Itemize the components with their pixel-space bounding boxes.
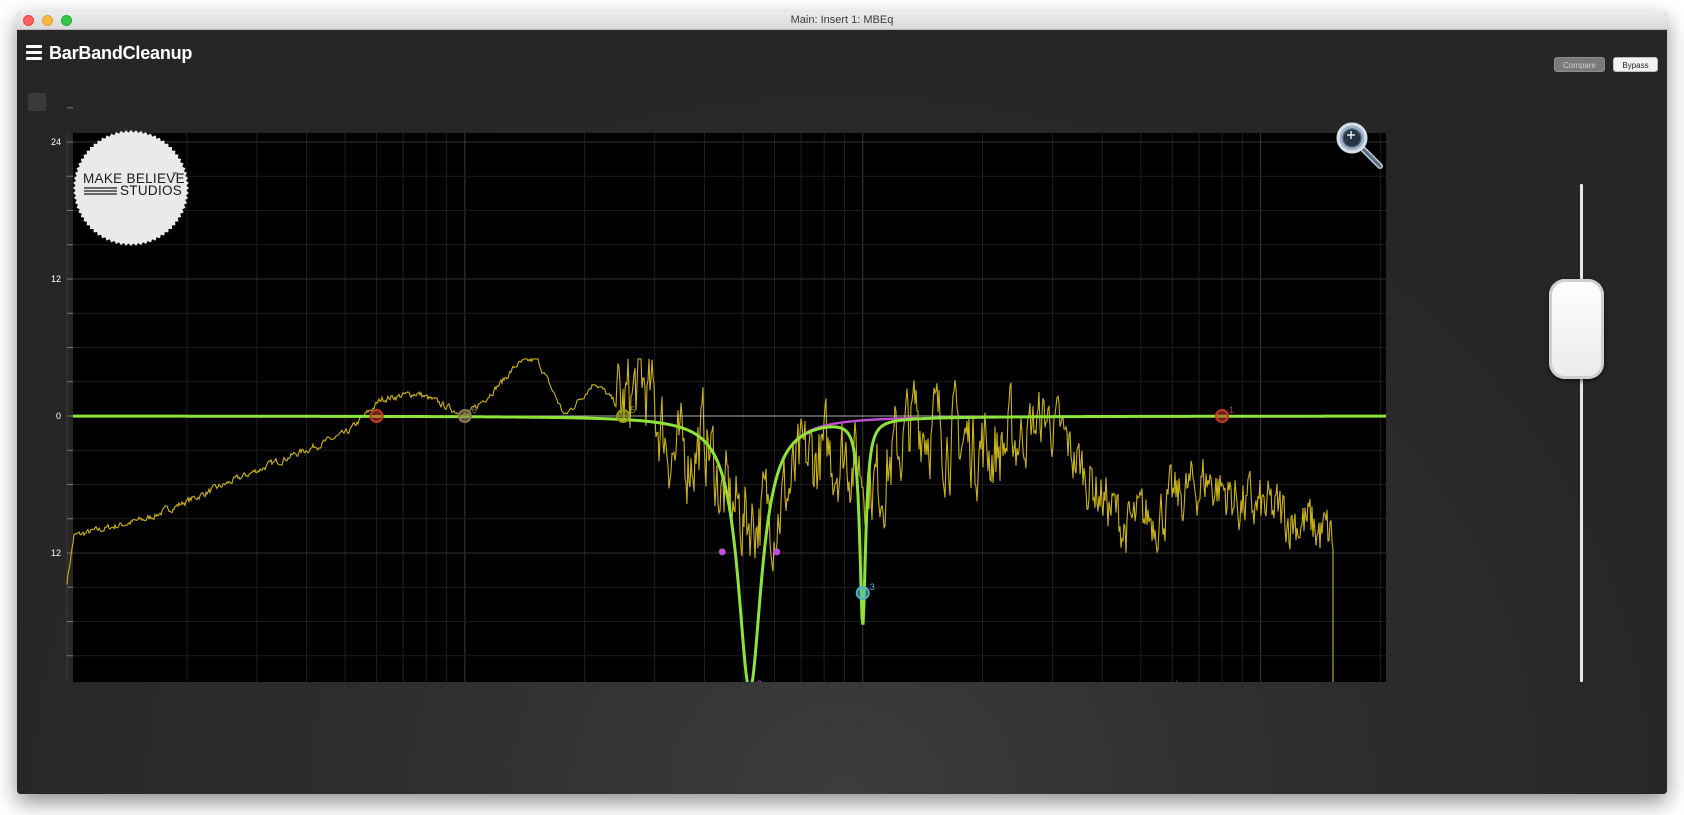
band-label: 5 [630, 405, 635, 415]
compare-button[interactable]: Compare [1554, 57, 1605, 72]
band-label: 6 [472, 405, 477, 415]
window-title: Main: Insert 1: MBEq [790, 14, 894, 26]
plugin-header: BarBandCleanup Compare Bypass [17, 30, 1667, 82]
band-label: 4 [1173, 679, 1178, 682]
y-axis-labels: 241201224 [51, 137, 61, 558]
band-handle-1[interactable] [1215, 409, 1230, 423]
band-handle-5[interactable] [616, 409, 631, 423]
band-handle-3[interactable] [855, 585, 870, 600]
eq-display[interactable]: 241201224 101001k10k MAKE BELIEVE ™ STUD… [17, 82, 1417, 682]
plugin-window: Main: Insert 1: MBEq BarBandCleanup Comp… [17, 12, 1667, 794]
y-tick-label: 12 [51, 274, 61, 284]
plugin-body: 241201224 101001k10k MAKE BELIEVE ™ STUD… [17, 82, 1667, 794]
y-tick-label: 24 [51, 137, 61, 147]
band-2-q-handle[interactable] [773, 548, 781, 556]
band-handle-hpf[interactable] [369, 409, 384, 423]
y-tick-label: 0 [56, 411, 61, 421]
menu-icon[interactable] [26, 45, 42, 60]
eq-plot-background [73, 133, 1386, 682]
make-believe-studios-logo: MAKE BELIEVE ™ STUDIOS [73, 130, 189, 246]
output-gain-slider-track[interactable] [1580, 184, 1583, 682]
band-label: 3 [870, 582, 875, 592]
output-gain-slider-thumb[interactable] [1549, 279, 1604, 379]
band-handle-6[interactable] [457, 409, 472, 423]
y-tick-label: 12 [51, 548, 61, 558]
bypass-button[interactable]: Bypass [1613, 57, 1658, 72]
band-label: 1 [1229, 405, 1234, 415]
title-bar: Main: Insert 1: MBEq [17, 12, 1667, 30]
preset-name[interactable]: BarBandCleanup [49, 43, 192, 64]
logo-line2: STUDIOS [120, 183, 182, 198]
band-label: 2 [757, 679, 762, 682]
band-2-q-handle[interactable] [718, 548, 726, 556]
logo-tm: ™ [172, 171, 178, 178]
